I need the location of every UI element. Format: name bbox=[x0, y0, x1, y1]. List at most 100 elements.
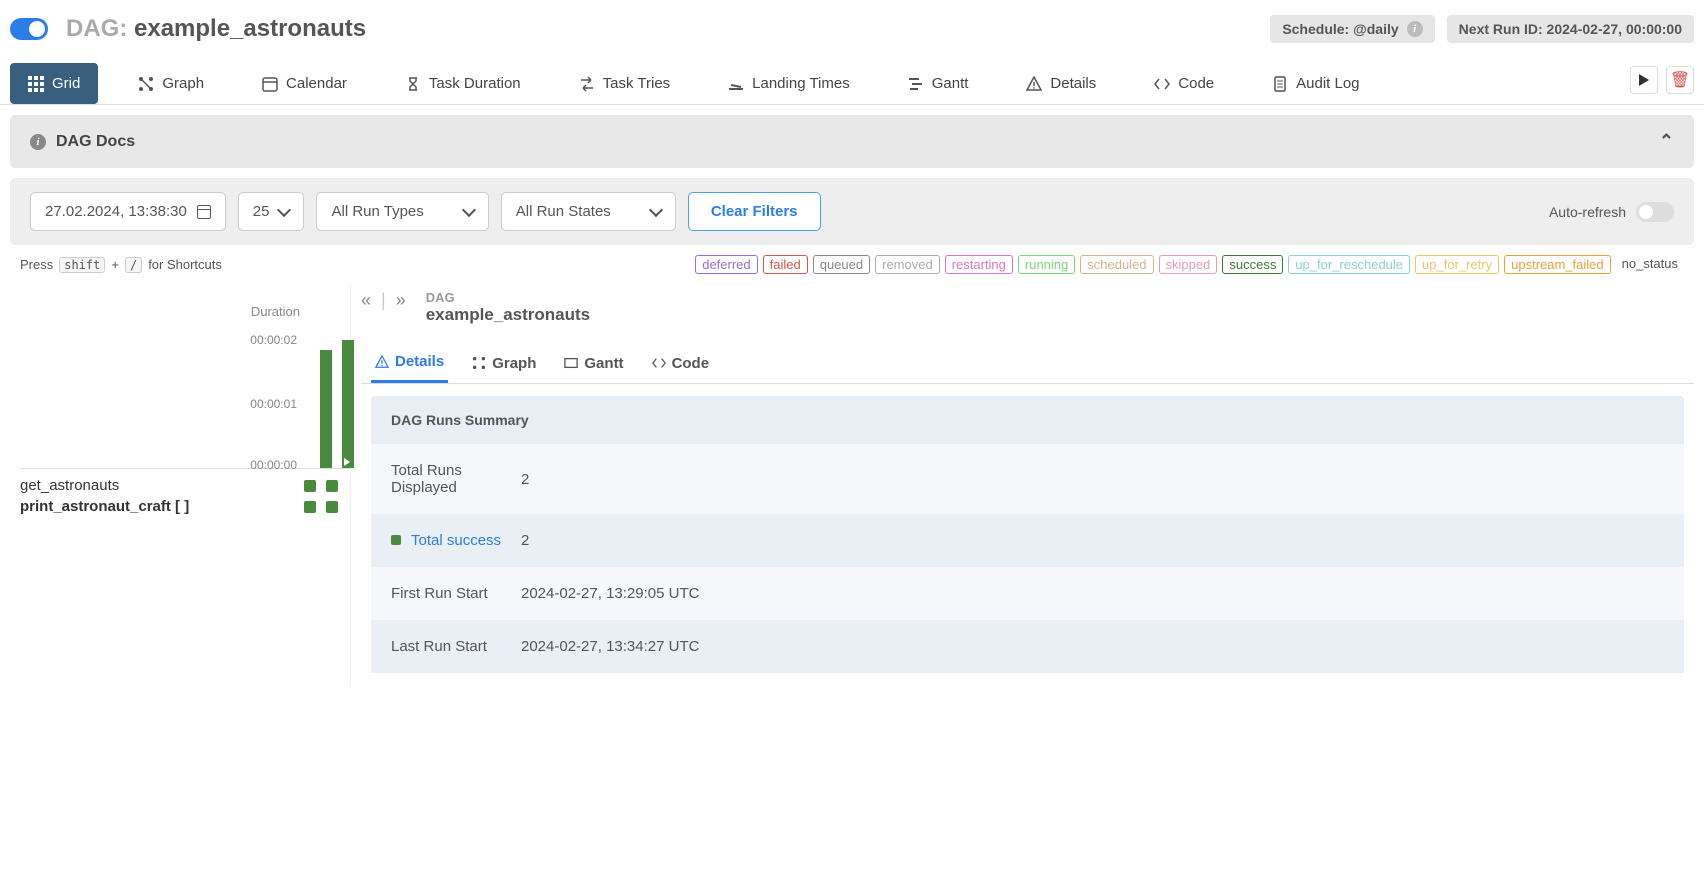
task-status-box[interactable] bbox=[304, 480, 316, 492]
y-tick: 00:00:01 bbox=[250, 397, 297, 411]
task-rows: get_astronauts print_astronaut_craft [ ] bbox=[20, 475, 350, 517]
sub-tab-code[interactable]: Code bbox=[648, 343, 714, 383]
tries-icon bbox=[579, 76, 595, 92]
summary-row: First Run Start2024-02-27, 13:29:05 UTC bbox=[371, 567, 1684, 620]
panel-handles: « | » DAG example_astronauts bbox=[361, 284, 1694, 339]
summary-key: Total Runs Displayed bbox=[391, 462, 462, 496]
summary-header: DAG Runs Summary bbox=[371, 396, 1684, 444]
tab-grid[interactable]: Grid bbox=[10, 63, 98, 104]
run-states-filter[interactable]: All Run States bbox=[501, 192, 676, 231]
summary-table: DAG Runs Summary Total Runs Displayed2To… bbox=[371, 396, 1684, 673]
task-row[interactable]: get_astronauts bbox=[20, 475, 350, 496]
tab-task-tries[interactable]: Task Tries bbox=[561, 63, 689, 104]
status-badge-scheduled[interactable]: scheduled bbox=[1080, 255, 1153, 274]
for: for Shortcuts bbox=[148, 257, 222, 272]
collapse-right-icon[interactable]: » bbox=[396, 290, 406, 333]
chevron-up-icon[interactable]: ⌃ bbox=[1659, 131, 1674, 152]
run-types-filter[interactable]: All Run Types bbox=[316, 192, 488, 231]
summary-val: 2024-02-27, 13:34:27 UTC bbox=[521, 638, 699, 655]
run-types-value: All Run Types bbox=[331, 203, 423, 220]
sub-tab-graph-label: Graph bbox=[492, 355, 536, 372]
duration-icon bbox=[405, 76, 421, 92]
tab-graph[interactable]: Graph bbox=[120, 63, 222, 104]
calendar-icon bbox=[262, 76, 278, 92]
task-name: get_astronauts bbox=[20, 477, 119, 494]
status-badge-queued[interactable]: queued bbox=[813, 255, 870, 274]
tab-gantt[interactable]: Gantt bbox=[890, 63, 987, 104]
status-badge-restarting[interactable]: restarting bbox=[945, 255, 1013, 274]
chevron-down-icon bbox=[462, 202, 476, 216]
sub-tab-details-label: Details bbox=[395, 353, 444, 370]
chevron-down-icon bbox=[649, 202, 663, 216]
tab-landing-times[interactable]: Landing Times bbox=[710, 63, 868, 104]
main-tabs: Grid Graph Calendar Task Duration Task T… bbox=[0, 58, 1704, 105]
y-tick: 00:00:00 bbox=[250, 458, 297, 472]
sub-tab-code-label: Code bbox=[672, 355, 710, 372]
tab-details[interactable]: Details bbox=[1008, 63, 1114, 104]
task-status-box[interactable] bbox=[304, 501, 316, 513]
summary-row: Last Run Start 2024-02-27, 13:34:27 UTC bbox=[371, 620, 1684, 673]
press: Press bbox=[20, 257, 53, 272]
status-badge-failed[interactable]: failed bbox=[763, 255, 808, 274]
sub-tab-graph[interactable]: Graph bbox=[468, 343, 540, 383]
info-icon[interactable]: i bbox=[1407, 21, 1423, 37]
status-badge-success[interactable]: success bbox=[1222, 255, 1283, 274]
tabs-left: Grid Graph Calendar Task Duration Task T… bbox=[10, 63, 1378, 104]
tab-duration-label: Task Duration bbox=[429, 75, 521, 92]
task-row[interactable]: print_astronaut_craft [ ] bbox=[20, 496, 350, 517]
tab-task-duration[interactable]: Task Duration bbox=[387, 63, 539, 104]
schedule-text: Schedule: @daily bbox=[1282, 21, 1398, 37]
summary-key[interactable]: Total success bbox=[411, 532, 501, 549]
delete-button[interactable]: 🗑 bbox=[1666, 66, 1694, 94]
sub-tabs: Details Graph Gantt Code bbox=[361, 339, 1694, 384]
collapse-left-icon[interactable]: « bbox=[361, 290, 371, 333]
status-badge-up_for_reschedule[interactable]: up_for_reschedule bbox=[1288, 255, 1410, 274]
status-badge-up_for_retry[interactable]: up_for_retry bbox=[1415, 255, 1499, 274]
count-filter[interactable]: 25 bbox=[238, 192, 305, 231]
auto-refresh-toggle[interactable] bbox=[1636, 202, 1674, 222]
tab-calendar[interactable]: Calendar bbox=[244, 63, 365, 104]
task-status-box[interactable] bbox=[326, 501, 338, 513]
success-dot-icon bbox=[391, 535, 401, 545]
date-filter[interactable]: 27.02.2024, 13:38:30 bbox=[30, 192, 226, 231]
tab-code[interactable]: Code bbox=[1136, 63, 1232, 104]
code-icon bbox=[652, 356, 666, 370]
header-left: DAG: example_astronauts bbox=[10, 15, 366, 43]
clear-filters-button[interactable]: Clear Filters bbox=[688, 192, 821, 231]
status-badge-running[interactable]: running bbox=[1018, 255, 1075, 274]
summary-key: First Run Start bbox=[391, 585, 488, 602]
dag-docs-bar[interactable]: i DAG Docs ⌃ bbox=[10, 115, 1694, 168]
info-icon: i bbox=[30, 134, 46, 150]
dag-toggle[interactable] bbox=[10, 18, 48, 40]
run-bar[interactable] bbox=[342, 340, 354, 468]
run-bar[interactable] bbox=[320, 350, 332, 468]
calendar-icon bbox=[197, 205, 211, 219]
status-row: Press shift + / for Shortcuts deferredfa… bbox=[0, 245, 1704, 284]
status-badge-deferred[interactable]: deferred bbox=[695, 255, 757, 274]
tab-graph-label: Graph bbox=[162, 75, 204, 92]
next-run-text: Next Run ID: 2024-02-27, 00:00:00 bbox=[1459, 21, 1682, 37]
status-badge-removed[interactable]: removed bbox=[875, 255, 940, 274]
tab-landing-label: Landing Times bbox=[752, 75, 850, 92]
status-badge-upstream_failed[interactable]: upstream_failed bbox=[1504, 255, 1611, 274]
summary-key: Last Run Start bbox=[391, 638, 487, 655]
panel-title: example_astronauts bbox=[426, 305, 590, 325]
y-tick: 00:00:02 bbox=[250, 333, 297, 347]
tab-gantt-label: Gantt bbox=[932, 75, 969, 92]
docs-left: i DAG Docs bbox=[30, 133, 135, 151]
sub-tab-gantt[interactable]: Gantt bbox=[560, 343, 627, 383]
filters-left: 27.02.2024, 13:38:30 25 All Run Types Al… bbox=[30, 192, 821, 231]
task-status-box[interactable] bbox=[326, 480, 338, 492]
schedule-badge: Schedule: @daily i bbox=[1270, 15, 1434, 43]
status-badge-skipped[interactable]: skipped bbox=[1159, 255, 1218, 274]
auto-refresh-label: Auto-refresh bbox=[1549, 204, 1626, 220]
tab-audit-log[interactable]: Audit Log bbox=[1254, 63, 1377, 104]
chevron-down-icon bbox=[277, 202, 291, 216]
dag-name: example_astronauts bbox=[134, 15, 366, 42]
count-value: 25 bbox=[253, 203, 270, 220]
panel-header: DAG example_astronauts bbox=[416, 290, 600, 333]
sub-tab-details[interactable]: Details bbox=[371, 343, 448, 383]
run-button[interactable] bbox=[1630, 66, 1658, 94]
status-no-status: no_status bbox=[1616, 255, 1684, 274]
details-icon bbox=[375, 355, 389, 369]
